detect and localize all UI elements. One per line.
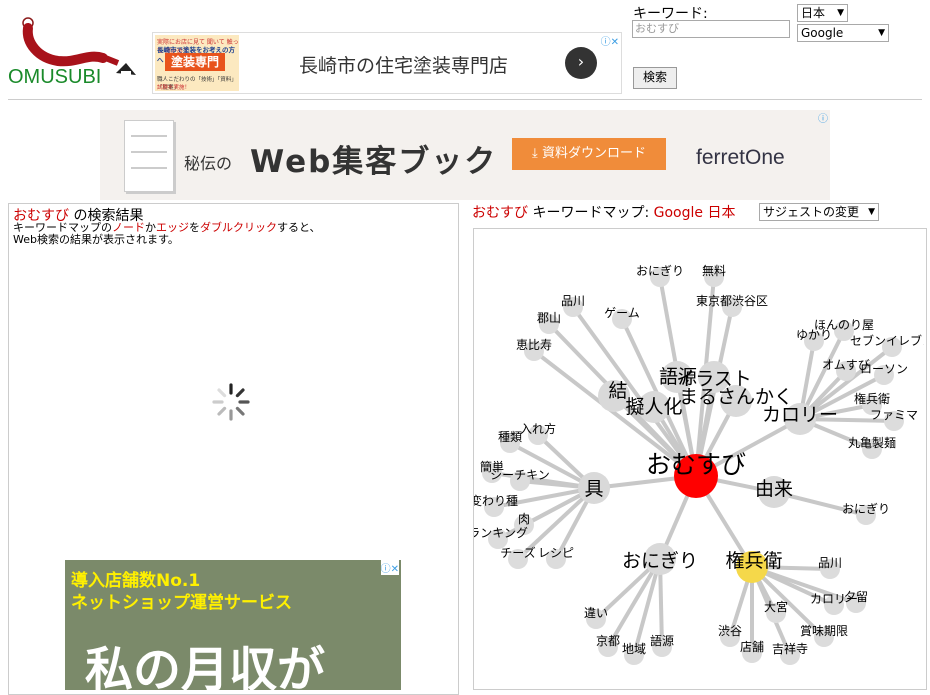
leaf-label[interactable]: 吉祥寺 (772, 642, 808, 656)
leaf-label[interactable]: 種類 (498, 430, 522, 444)
leaf-label[interactable]: 違い (584, 606, 608, 620)
dropdown-arrow-icon: ▼ (878, 28, 885, 38)
country-select[interactable]: 日本 ▼ (797, 4, 848, 22)
loading-spinner-icon (212, 383, 250, 421)
node-label-yurai[interactable]: 由来 (755, 478, 793, 500)
node-label-giji[interactable]: 擬人化 (625, 396, 682, 418)
country-select-value: 日本 (801, 6, 826, 20)
dropdown-arrow-icon: ▼ (868, 207, 875, 217)
leaf-label[interactable]: おにぎり (842, 502, 890, 516)
leaf-label[interactable]: 丸亀製麺 (848, 436, 896, 450)
ebook-image (124, 120, 174, 192)
leaf-label[interactable]: 店舗 (740, 640, 764, 654)
engine-select[interactable]: Google ▼ (797, 24, 889, 42)
leaf-label[interactable]: 郡山 (537, 311, 561, 325)
help-text: を (189, 221, 200, 234)
leaf-label[interactable]: ゆかり (796, 328, 832, 342)
download-icon: ⤓ (532, 146, 542, 161)
chevron-right-icon: › (577, 52, 585, 71)
adchoices-icon[interactable]: ⓘ✕ (380, 560, 399, 575)
help-text: Web検索の結果が表示されます。 (13, 233, 179, 246)
leaf-label[interactable]: 大宮 (764, 599, 788, 614)
leaf-label[interactable]: 夕留 (844, 590, 868, 604)
results-help-text: キーワードマップのノードかエッジをダブルクリックすると、 Web検索の結果が表示さ… (13, 222, 343, 246)
keyword-map-graph[interactable]: おにぎり無料東京都渋谷区品川ゲーム郡山恵比寿ほんのり屋ゆかりセブンイレブンオムす… (474, 229, 924, 685)
leaf-label[interactable]: ローソン (860, 362, 908, 376)
leaf-label[interactable]: ゲーム (604, 306, 640, 320)
leaf-label[interactable]: 権兵衛 (854, 391, 890, 406)
leaf-label[interactable]: チーズ (500, 545, 535, 560)
leaf-label[interactable]: 品川 (818, 556, 842, 570)
ad-arrow-button[interactable]: › (565, 47, 597, 79)
download-button[interactable]: ⤓ 資料ダウンロード (512, 138, 666, 170)
download-button-label: 資料ダウンロード (541, 146, 646, 161)
top-banner-ad[interactable]: 実際にお店に見て 聞いて 触って 確かめて 長崎市で塗装をお考えの方へ 塗装専門… (152, 32, 622, 94)
ad-line: 私の月収が (85, 642, 326, 690)
ad-thumbnail[interactable]: 実際にお店に見て 聞いて 触って 確かめて 長崎市で塗装をお考えの方へ 塗装専門… (155, 35, 239, 91)
keyword-map-title: おむすび キーワードマップ: Google 日本 (472, 202, 735, 222)
leaf-label[interactable]: 東京都渋谷区 (696, 294, 768, 308)
ad-headline[interactable]: 長崎市の住宅塗装専門店 (299, 51, 508, 78)
leaf-label[interactable]: おにぎり (636, 264, 684, 278)
search-button[interactable]: 検索 (633, 67, 677, 89)
map-engine: Google (653, 205, 703, 221)
ad-line: ネットショップ運営サービス (71, 593, 292, 613)
map-title-label: キーワードマップ: (528, 205, 654, 221)
leaf-label[interactable]: 京都 (596, 634, 620, 648)
node-label-gu[interactable]: 具 (584, 478, 603, 500)
adchoices-icon[interactable]: ⓘ✕ (601, 33, 619, 48)
leaf-label[interactable]: ランキング (474, 526, 528, 540)
adchoices-icon[interactable]: ⓘ (818, 110, 828, 125)
ad-brand: ferretOne (696, 146, 785, 169)
ad-title: Web集客ブック (250, 144, 498, 180)
leaf-label[interactable]: 肉 (518, 512, 530, 526)
engine-select-value: Google (801, 26, 844, 40)
leaf-label[interactable]: レシピ (538, 546, 574, 560)
suggest-change-select[interactable]: サジェストの変更 ▼ (759, 203, 879, 221)
node-label-calorie[interactable]: カロリー (762, 404, 838, 426)
ad-thumb-text: 試験を実施！ (157, 85, 191, 91)
help-text: すると、 (277, 221, 321, 234)
leaf-label[interactable]: 賞味期限 (800, 624, 848, 638)
suggest-select-value: サジェストの変更 (763, 205, 860, 219)
node-label-center[interactable]: おむすび (646, 450, 746, 479)
keyword-input[interactable]: おむすび (632, 20, 790, 38)
node-label-onigiri[interactable]: おにぎり (622, 550, 698, 572)
leaf-label[interactable]: 入れ方 (520, 421, 556, 436)
logo-text[interactable]: OMUSUBI (8, 66, 101, 89)
leaf-label[interactable]: セブンイレブン (850, 333, 924, 348)
leaf-label[interactable]: 語源 (650, 633, 674, 648)
leaf-label[interactable]: 変わり種 (474, 493, 518, 508)
leaf-label[interactable]: 渋谷 (718, 624, 742, 638)
header-divider (8, 99, 922, 100)
leaf-label[interactable]: シーチキン (490, 468, 550, 482)
leaf-label[interactable]: ファミマ (870, 408, 918, 422)
left-panel-ad[interactable]: 導入店舗数No.1 ネットショップ運営サービス 私の月収が ⓘ✕ (65, 560, 401, 690)
map-keyword: おむすび (472, 205, 528, 221)
leaf-label[interactable]: 無料 (702, 263, 726, 278)
ad-prefix: 秘伝の (184, 154, 233, 173)
node-label-gonbei[interactable]: 権兵衛 (725, 550, 782, 572)
dropdown-arrow-icon: ▼ (837, 8, 844, 18)
middle-banner-ad[interactable]: 秘伝の Web集客ブック ⤓ 資料ダウンロード ferretOne ⓘ (100, 110, 830, 200)
help-double-click: ダブルクリック (200, 221, 277, 234)
map-country: 日本 (707, 205, 736, 221)
leaf-label[interactable]: 恵比寿 (516, 338, 552, 352)
ad-thumb-badge: 塗装専門 (165, 53, 225, 71)
leaf-label[interactable]: 品川 (561, 294, 585, 308)
leaf-label[interactable]: 地域 (622, 642, 646, 656)
